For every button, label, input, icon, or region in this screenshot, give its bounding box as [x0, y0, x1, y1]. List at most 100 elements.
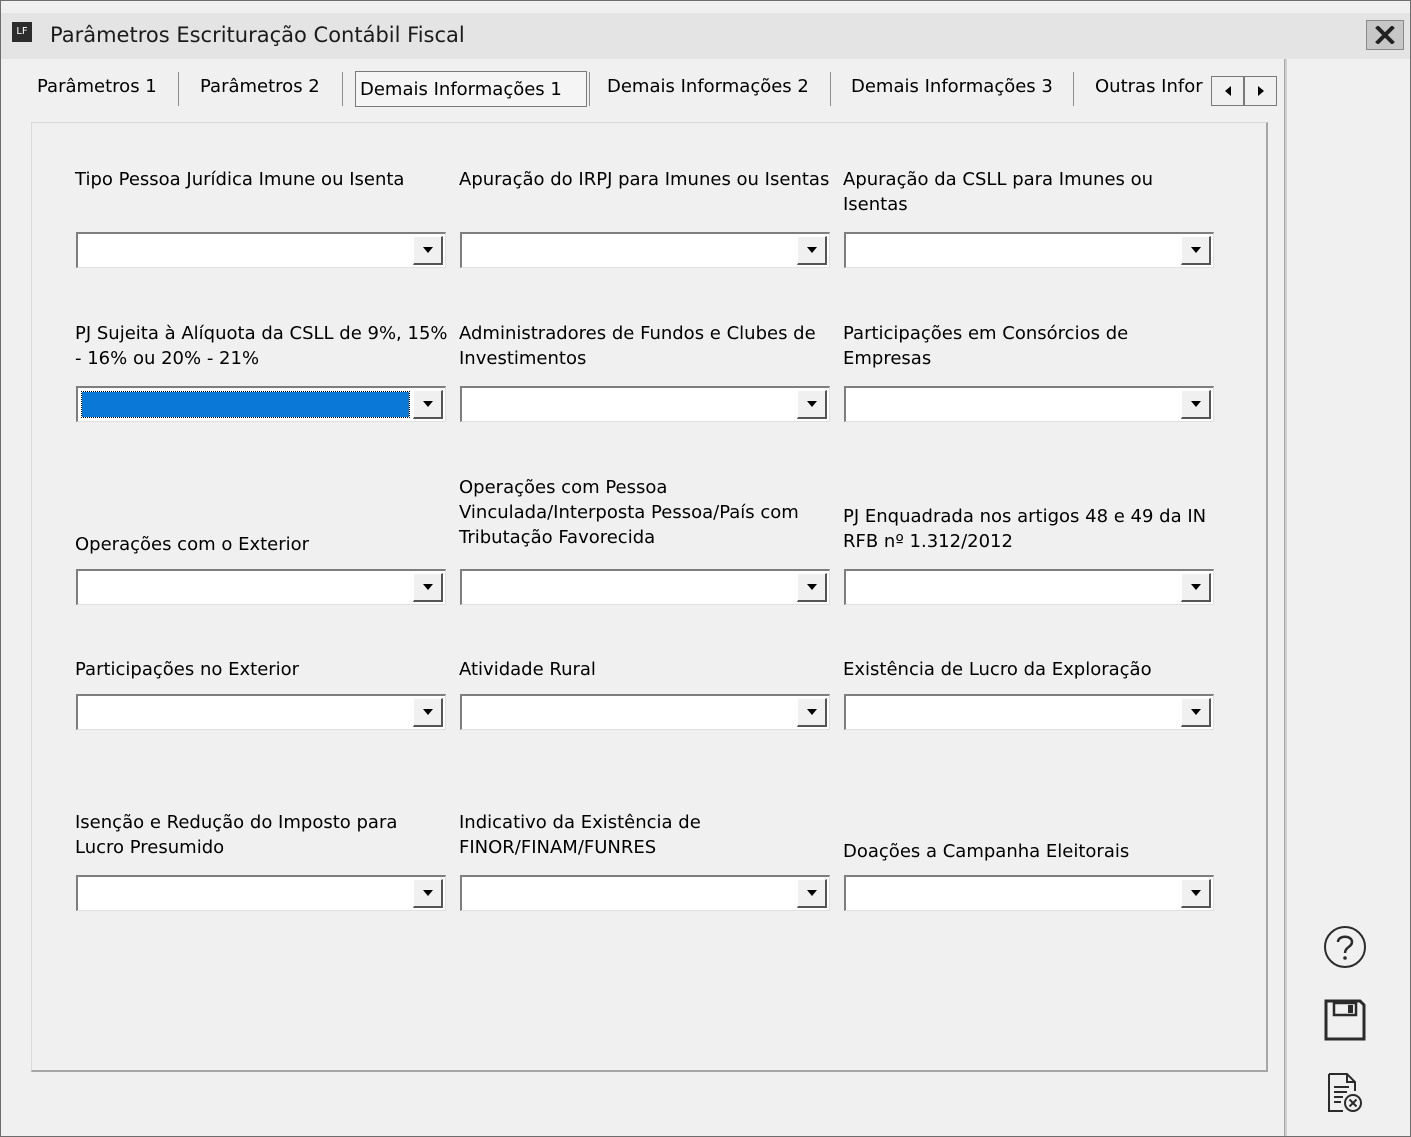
triangle-left-icon	[1224, 86, 1231, 96]
tab-scroll-right-button[interactable]	[1244, 76, 1277, 106]
combo-value	[82, 238, 409, 263]
label-finor-finam-funres: Indicativo da Existência de FINOR/FINAM/…	[459, 812, 701, 858]
combo-value	[82, 575, 409, 600]
chevron-down-icon	[422, 401, 433, 407]
chevron-down-icon	[806, 890, 817, 896]
combo-administradores-fundos[interactable]	[460, 386, 830, 422]
combo-participacoes-exterior[interactable]	[76, 694, 446, 730]
combo-value	[466, 700, 793, 725]
dropdown-button[interactable]	[1181, 236, 1211, 265]
combo-doacoes-campanha[interactable]	[844, 875, 1214, 911]
combo-value	[466, 575, 793, 600]
dropdown-button[interactable]	[1181, 879, 1211, 908]
help-button[interactable]	[1322, 924, 1368, 970]
tab-separator	[1073, 72, 1074, 106]
combo-lucro-exploracao[interactable]	[844, 694, 1214, 730]
combo-participacoes-consorcios[interactable]	[844, 386, 1214, 422]
label-isencao-reducao-imposto: Isenção e Redução do Imposto para Lucro …	[75, 812, 398, 858]
dropdown-button[interactable]	[413, 573, 443, 602]
cancel-button[interactable]	[1322, 1070, 1368, 1116]
tab-separator	[342, 72, 343, 106]
label-participacoes-exterior: Participações no Exterior	[75, 659, 300, 680]
combo-value	[850, 392, 1177, 417]
dropdown-button[interactable]	[413, 236, 443, 265]
chevron-down-icon	[1190, 584, 1201, 590]
label-participacoes-consorcios: Participações em Consórcios de Empresas	[843, 323, 1129, 369]
chevron-down-icon	[806, 401, 817, 407]
dropdown-button[interactable]	[1181, 390, 1211, 419]
chevron-down-icon	[422, 709, 433, 715]
combo-value	[466, 881, 793, 906]
combo-value	[82, 700, 409, 725]
dropdown-button[interactable]	[797, 698, 827, 727]
label-tipo-pessoa-juridica: Tipo Pessoa Jurídica Imune ou Isenta	[75, 169, 405, 190]
tab-parametros-2[interactable]: Parâmetros 2	[196, 67, 324, 107]
tab-parametros-1[interactable]: Parâmetros 1	[33, 67, 161, 107]
tab-demais-informacoes-1[interactable]: Demais Informações 1	[355, 71, 587, 107]
tab-strip: Parâmetros 1 Parâmetros 2 Demais Informa…	[17, 67, 1279, 111]
dropdown-button[interactable]	[797, 573, 827, 602]
close-icon	[1375, 26, 1395, 44]
label-lucro-exploracao: Existência de Lucro da Exploração	[843, 659, 1152, 680]
dropdown-button[interactable]	[797, 236, 827, 265]
combo-operacoes-pessoa-vinculada[interactable]	[460, 569, 830, 605]
chevron-down-icon	[806, 709, 817, 715]
tab-demais-informacoes-3[interactable]: Demais Informações 3	[847, 67, 1057, 107]
dropdown-button[interactable]	[1181, 698, 1211, 727]
combo-isencao-reducao-imposto[interactable]	[76, 875, 446, 911]
save-button[interactable]	[1322, 997, 1368, 1043]
combo-value	[850, 238, 1177, 263]
label-apuracao-irpj: Apuração do IRPJ para Imunes ou Isentas	[459, 169, 830, 190]
label-atividade-rural: Atividade Rural	[459, 659, 596, 680]
label-operacoes-exterior: Operações com o Exterior	[75, 534, 310, 555]
chevron-down-icon	[806, 247, 817, 253]
chevron-down-icon	[422, 890, 433, 896]
app-logo: LF	[12, 22, 32, 42]
combo-apuracao-irpj[interactable]	[460, 232, 830, 268]
tab-separator	[178, 72, 179, 106]
help-circle-icon	[1324, 926, 1366, 968]
tab-demais-informacoes-2[interactable]: Demais Informações 2	[603, 67, 813, 107]
title-bar: LF Parâmetros Escrituração Contábil Fisc…	[1, 13, 1410, 59]
window-title: Parâmetros Escrituração Contábil Fiscal	[50, 23, 465, 47]
label-pj-enquadrada-in: PJ Enquadrada nos artigos 48 e 49 da IN …	[843, 506, 1207, 552]
side-divider	[1284, 59, 1287, 1136]
combo-atividade-rural[interactable]	[460, 694, 830, 730]
dropdown-button[interactable]	[797, 390, 827, 419]
tab-outras-informacoes[interactable]: Outras Infor	[1091, 67, 1207, 107]
combo-value	[850, 881, 1177, 906]
combo-apuracao-csll[interactable]	[844, 232, 1214, 268]
combo-tipo-pessoa-juridica[interactable]	[76, 232, 446, 268]
combo-value	[82, 881, 409, 906]
chevron-down-icon	[1190, 247, 1201, 253]
chevron-down-icon	[806, 584, 817, 590]
chevron-down-icon	[1190, 890, 1201, 896]
tab-scroll-left-button[interactable]	[1211, 76, 1244, 106]
dialog-window: LF Parâmetros Escrituração Contábil Fisc…	[0, 0, 1411, 1137]
combo-pj-enquadrada-in[interactable]	[844, 569, 1214, 605]
floppy-disk-icon	[1324, 999, 1366, 1041]
combo-value	[466, 392, 793, 417]
chevron-down-icon	[422, 584, 433, 590]
dropdown-button[interactable]	[413, 879, 443, 908]
label-aliquota-csll: PJ Sujeita à Alíquota da CSLL de 9%, 15%…	[75, 323, 448, 369]
dropdown-button[interactable]	[413, 698, 443, 727]
combo-finor-finam-funres[interactable]	[460, 875, 830, 911]
combo-value	[81, 391, 410, 418]
combo-value	[466, 238, 793, 263]
combo-operacoes-exterior[interactable]	[76, 569, 446, 605]
combo-value	[850, 575, 1177, 600]
label-doacoes-campanha: Doações a Campanha Eleitorais	[843, 841, 1130, 862]
label-administradores-fundos: Administradores de Fundos e Clubes de In…	[459, 323, 816, 369]
tab-scroll-arrows	[1211, 76, 1277, 106]
dropdown-button[interactable]	[413, 390, 443, 419]
close-button[interactable]	[1366, 20, 1404, 50]
dropdown-button[interactable]	[1181, 573, 1211, 602]
combo-value	[850, 700, 1177, 725]
dropdown-button[interactable]	[797, 879, 827, 908]
tab-separator	[589, 72, 590, 106]
chevron-down-icon	[1190, 709, 1201, 715]
combo-aliquota-csll[interactable]	[76, 386, 446, 422]
document-cancel-icon	[1328, 1073, 1362, 1112]
chevron-down-icon	[1190, 401, 1201, 407]
